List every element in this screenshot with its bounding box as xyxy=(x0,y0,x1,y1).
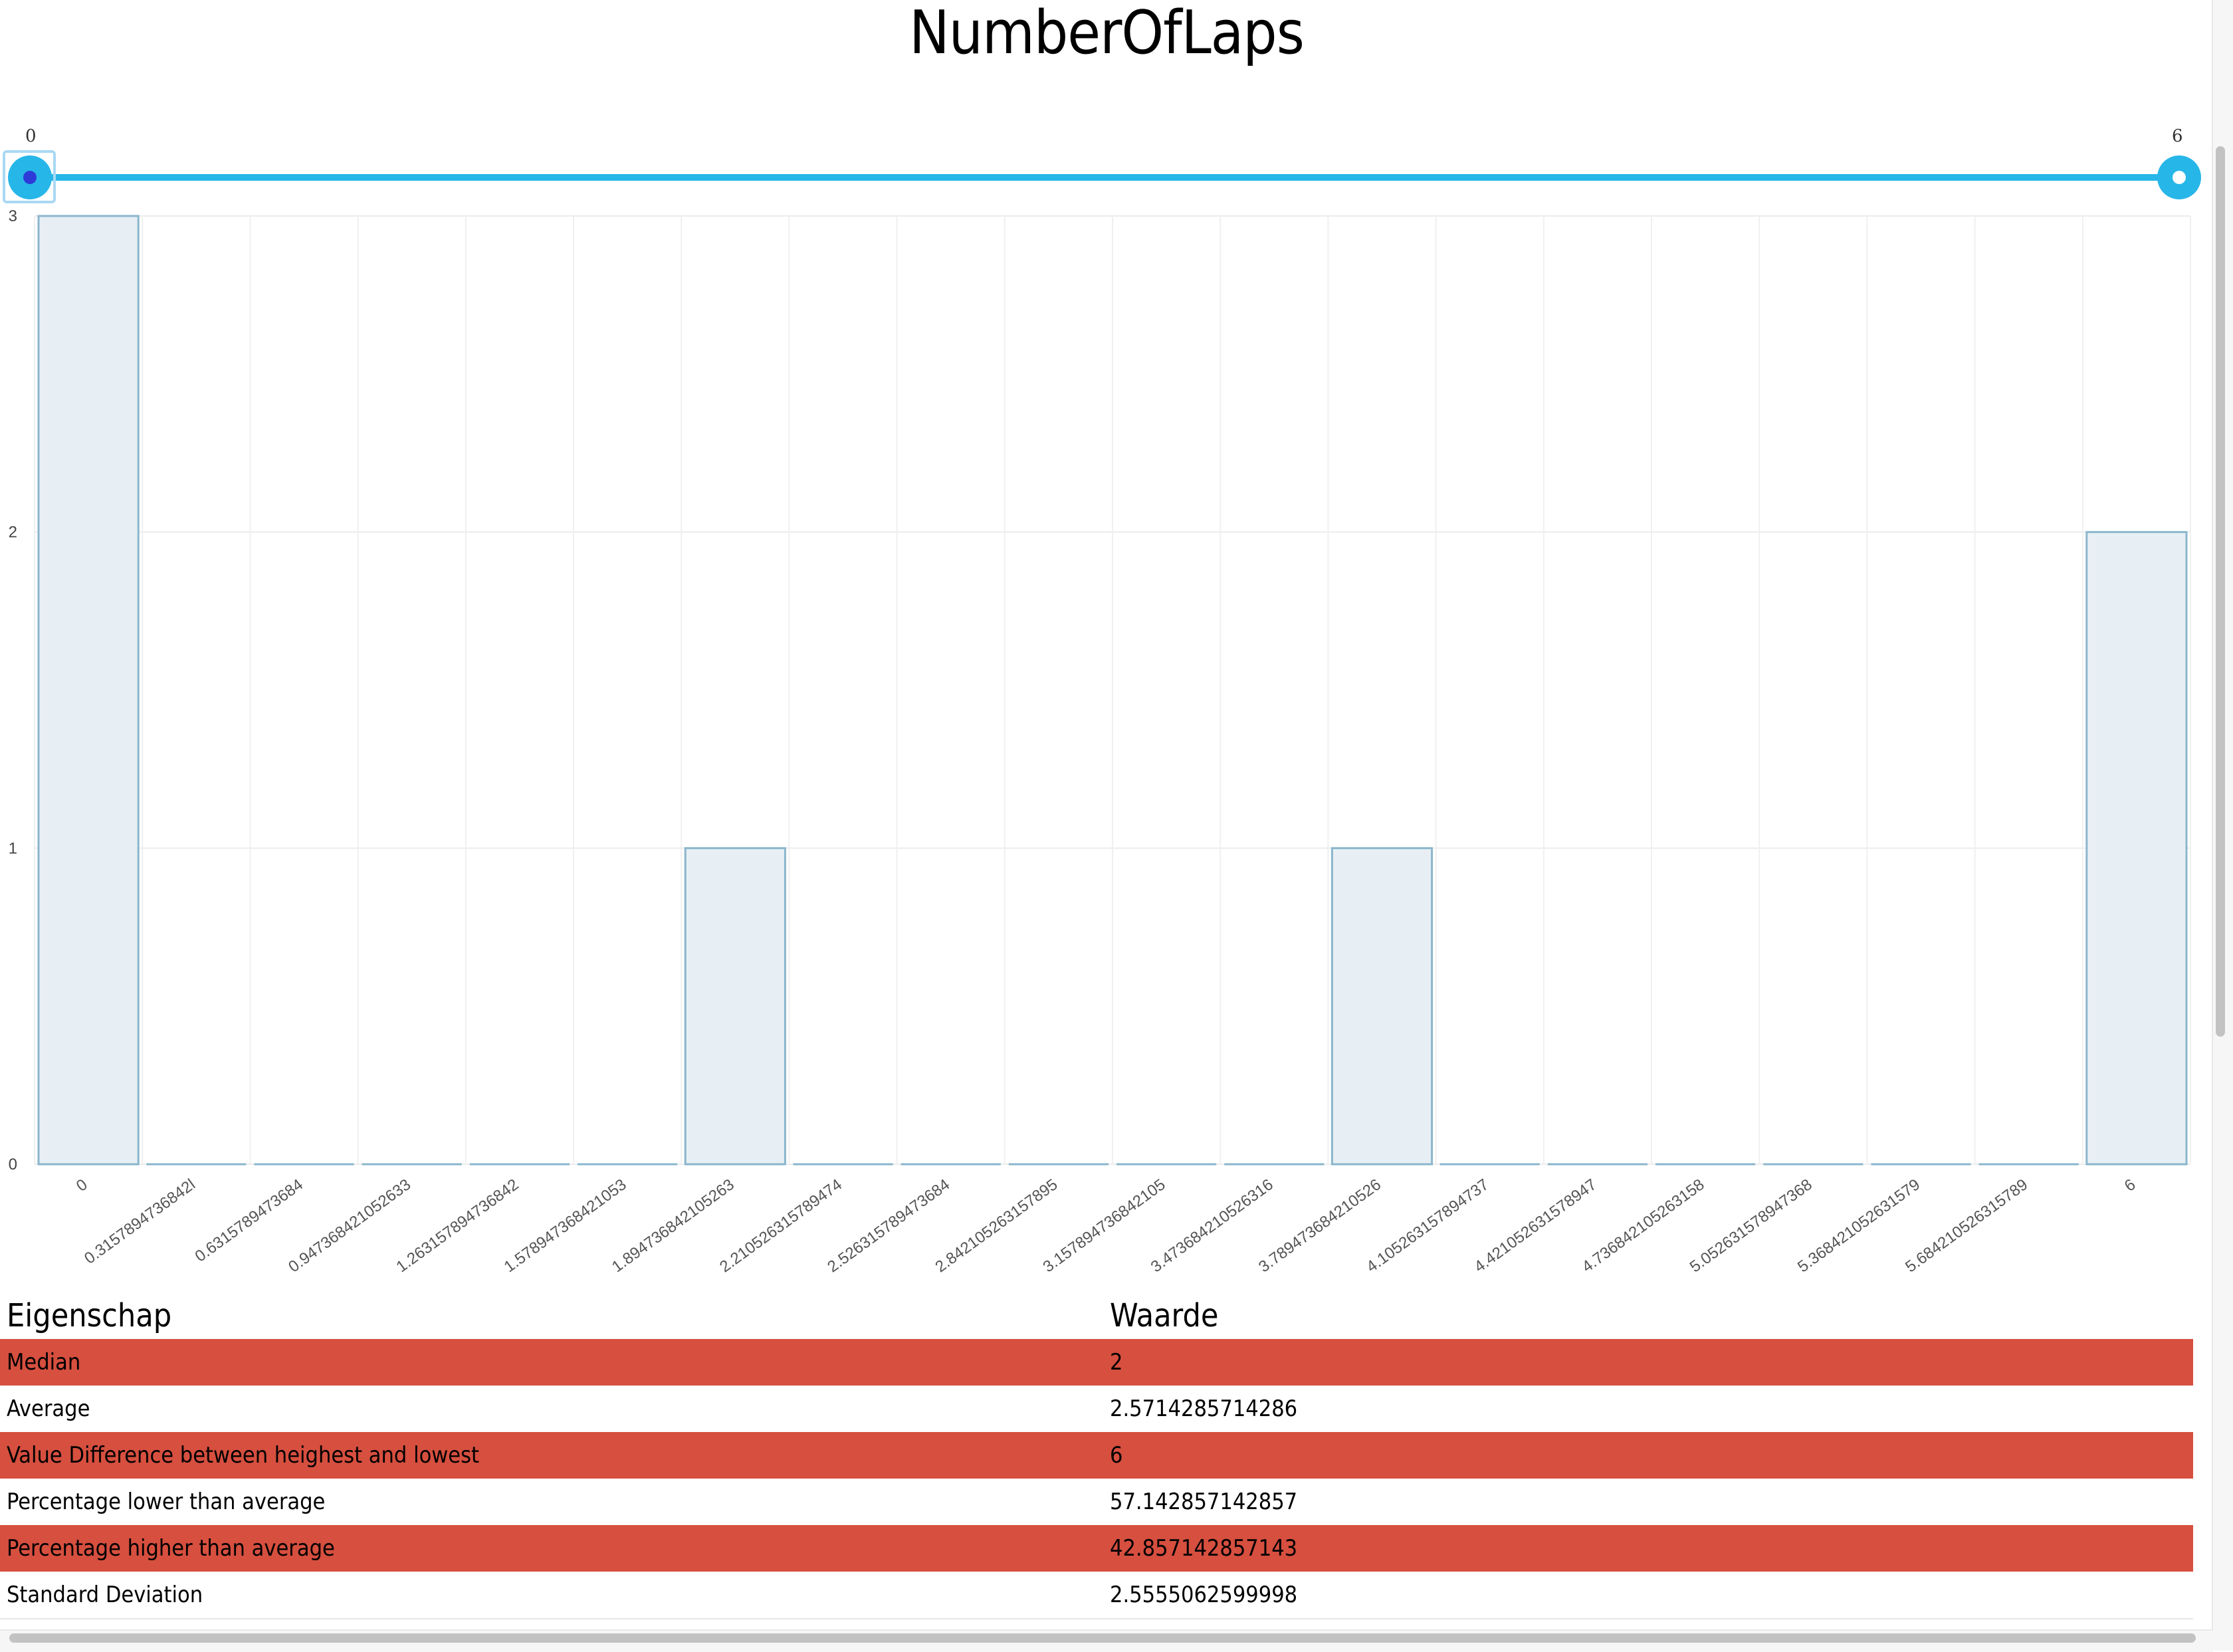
handle-dot-icon xyxy=(23,171,37,184)
slider-min-handle[interactable] xyxy=(8,155,52,199)
histogram-chart: 012300.3157894736842l0.63157894736840.94… xyxy=(9,207,2191,1276)
histogram-bar xyxy=(1330,847,1434,1166)
header-value: Waarde xyxy=(1110,1297,1219,1334)
table-row: Average 2.5714285714286 xyxy=(0,1386,2193,1432)
handle-dot-icon xyxy=(2173,171,2186,184)
horizontal-scrollbar-thumb[interactable] xyxy=(9,1633,2196,1643)
table-row: Standard Deviation 2.5555062599998 xyxy=(0,1572,2193,1619)
y-tick-label: 2 xyxy=(9,524,17,542)
row-value: 2.5714285714286 xyxy=(1110,1395,1298,1422)
y-tick-label: 0 xyxy=(9,1156,17,1174)
statistics-table: Eigenschap Waarde Median 2 Average 2.571… xyxy=(0,1292,2193,1619)
row-value: 2.5555062599998 xyxy=(1103,1572,2193,1619)
histogram-bar xyxy=(684,847,786,1166)
row-property: Value Difference between heighest and lo… xyxy=(0,1432,1103,1479)
row-value: 6 xyxy=(1103,1432,2193,1479)
slider-max-value: 6 xyxy=(2172,126,2183,146)
y-tick-label: 1 xyxy=(9,839,17,857)
y-tick-label: 3 xyxy=(9,207,17,225)
slider-max-handle[interactable] xyxy=(2157,155,2201,199)
row-property: Average xyxy=(7,1395,90,1422)
vertical-scrollbar-thumb[interactable] xyxy=(2216,146,2225,1037)
x-tick-label: 0.3157894736842l xyxy=(81,1176,199,1268)
slider-track[interactable] xyxy=(29,174,2181,181)
row-property: Median xyxy=(0,1339,1103,1386)
table-header-row: Eigenschap Waarde xyxy=(0,1292,2193,1339)
row-property: Percentage higher than average xyxy=(0,1525,1103,1572)
histogram-bar xyxy=(2085,531,2188,1166)
table-row: Median 2 xyxy=(0,1339,2193,1386)
page-title: NumberOfLaps xyxy=(909,0,1305,68)
row-property: Standard Deviation xyxy=(0,1572,1103,1619)
table-row: Percentage lower than average 57.1428571… xyxy=(0,1479,2193,1525)
x-tick-label: 6 xyxy=(2121,1176,2139,1195)
histogram-bar xyxy=(37,215,140,1166)
row-property: Percentage lower than average xyxy=(7,1489,326,1515)
x-tick-label: 0 xyxy=(73,1176,91,1195)
row-value: 42.857142857143 xyxy=(1103,1525,2193,1572)
slider-min-value: 0 xyxy=(25,126,37,146)
table-row: Percentage higher than average 42.857142… xyxy=(0,1525,2193,1572)
x-tick-label: 0.6315789473684 xyxy=(192,1176,306,1266)
row-value: 57.142857142857 xyxy=(1110,1489,1298,1515)
row-value: 2 xyxy=(1103,1339,2193,1386)
header-property: Eigenschap xyxy=(7,1297,172,1334)
table-row: Value Difference between heighest and lo… xyxy=(0,1432,2193,1479)
